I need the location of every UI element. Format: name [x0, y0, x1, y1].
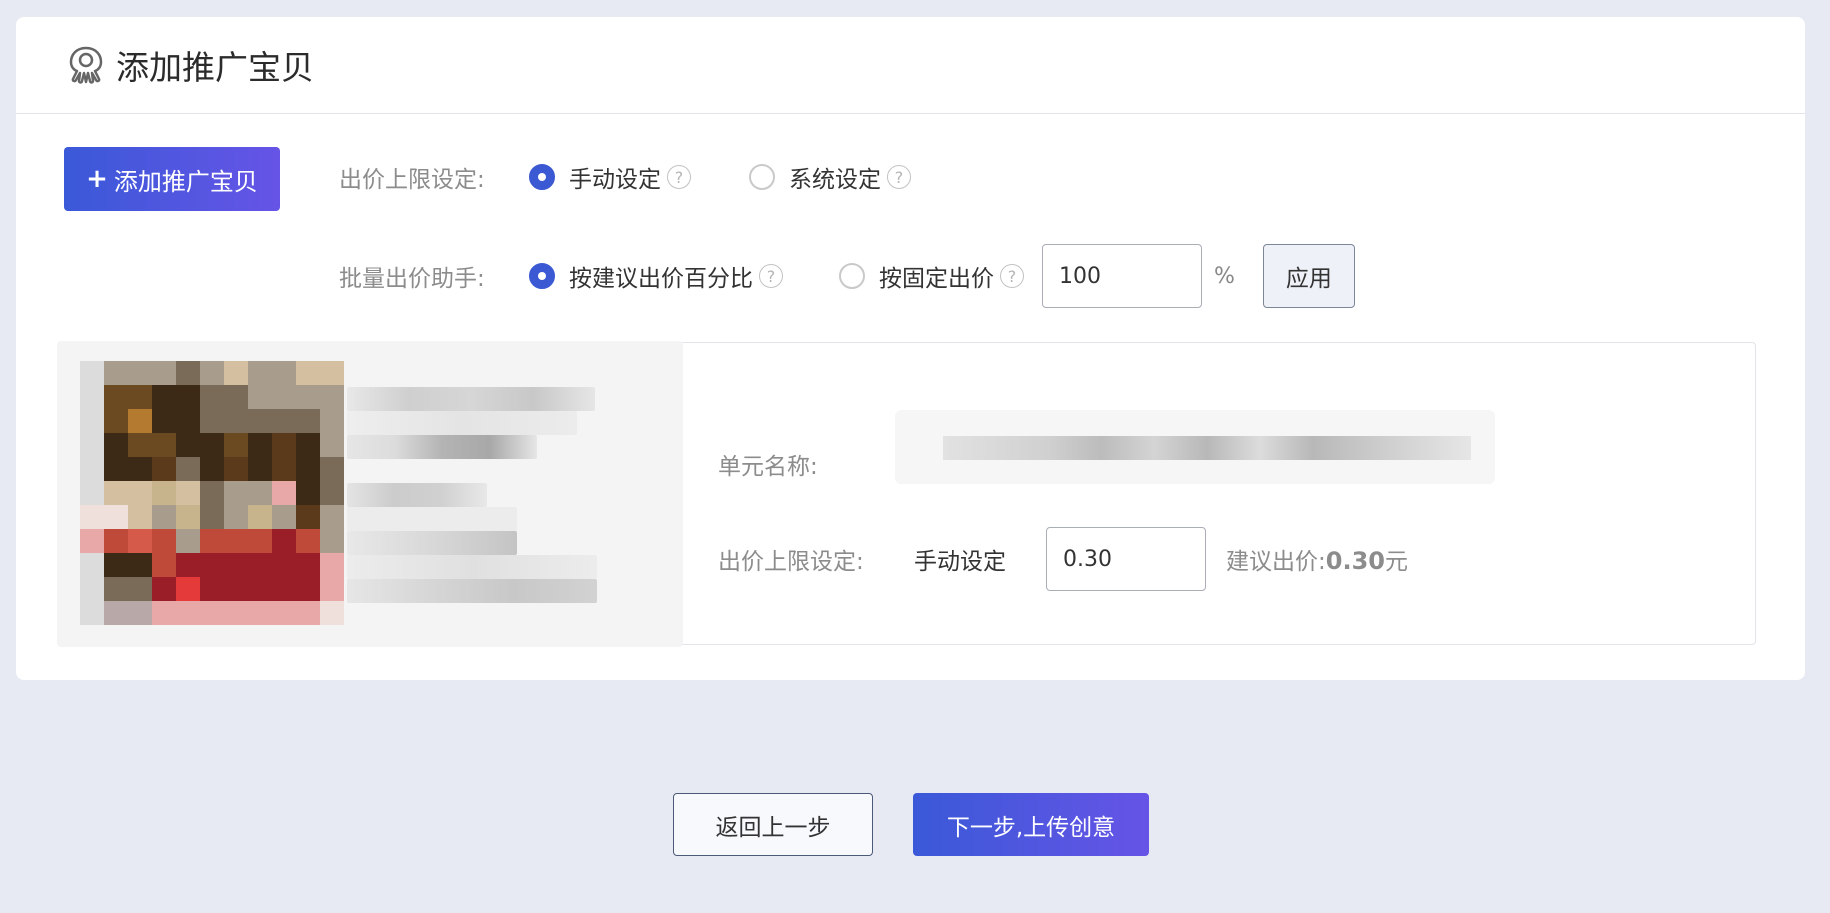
page-title: 添加推广宝贝: [116, 48, 314, 87]
help-icon[interactable]: ?: [759, 264, 783, 288]
add-item-button[interactable]: + 添加推广宝贝: [64, 147, 280, 211]
back-button[interactable]: 返回上一步: [673, 793, 873, 856]
suggested-bid-unit: 元: [1384, 549, 1408, 575]
radio-suggest-percent[interactable]: 按建议出价百分比 ?: [529, 259, 783, 293]
radio-fixed-bid-label: 按固定出价: [879, 266, 994, 292]
radio-fixed-bid-indicator[interactable]: [839, 263, 865, 289]
batch-bid-label: 批量出价助手:: [339, 266, 485, 292]
radio-suggest-percent-indicator[interactable]: [529, 263, 555, 289]
radio-suggest-percent-label: 按建议出价百分比: [569, 266, 753, 292]
batch-bid-row: 批量出价助手: 按建议出价百分比 ? 按固定出价 ? % 应用: [339, 244, 1355, 308]
product-thumbnail: [80, 361, 344, 625]
add-item-label: 添加推广宝贝: [113, 167, 258, 196]
percent-input[interactable]: [1042, 244, 1202, 308]
card-header: 添加推广宝贝: [16, 17, 1805, 114]
next-button[interactable]: 下一步,上传创意: [913, 793, 1149, 856]
suggested-bid-label: 建议出价:: [1226, 549, 1326, 575]
bid-limit-row: 出价上限设定: 手动设定 ? 系统设定 ?: [339, 160, 971, 194]
radio-system-indicator[interactable]: [749, 164, 775, 190]
unit-name-row: 单元名称:: [718, 447, 818, 481]
radio-system[interactable]: 系统设定 ?: [749, 160, 911, 194]
help-icon[interactable]: ?: [887, 165, 911, 189]
radio-manual-label: 手动设定: [569, 167, 661, 193]
radio-manual[interactable]: 手动设定 ?: [529, 160, 691, 194]
main-card: 添加推广宝贝 + 添加推广宝贝 出价上限设定: 手动设定 ? 系统设定 ? 批量…: [16, 17, 1805, 680]
unit-name-blurred: [895, 410, 1495, 484]
plus-icon: +: [86, 164, 108, 194]
octopus-logo-icon: [69, 46, 103, 84]
radio-manual-indicator[interactable]: [529, 164, 555, 190]
unit-name-label: 单元名称:: [718, 454, 818, 480]
suggested-bid: 建议出价:0.30元: [1226, 542, 1408, 576]
apply-button[interactable]: 应用: [1262, 244, 1355, 308]
unit-bid-input[interactable]: [1046, 527, 1206, 591]
help-icon[interactable]: ?: [667, 165, 691, 189]
unit-card: [57, 341, 1756, 647]
product-preview-blurred: [57, 341, 683, 647]
unit-bid-limit-label: 出价上限设定:: [718, 549, 864, 575]
unit-bid-row: 出价上限设定: 手动设定 建议出价:0.30元: [718, 527, 1408, 591]
percent-unit: %: [1214, 263, 1235, 289]
help-icon[interactable]: ?: [1000, 264, 1024, 288]
radio-fixed-bid[interactable]: 按固定出价 ?: [839, 259, 1024, 293]
bid-limit-label: 出价上限设定:: [339, 167, 485, 193]
radio-system-label: 系统设定: [789, 167, 881, 193]
unit-bid-mode: 手动设定: [914, 549, 1006, 575]
suggested-bid-value: 0.30: [1325, 547, 1385, 575]
